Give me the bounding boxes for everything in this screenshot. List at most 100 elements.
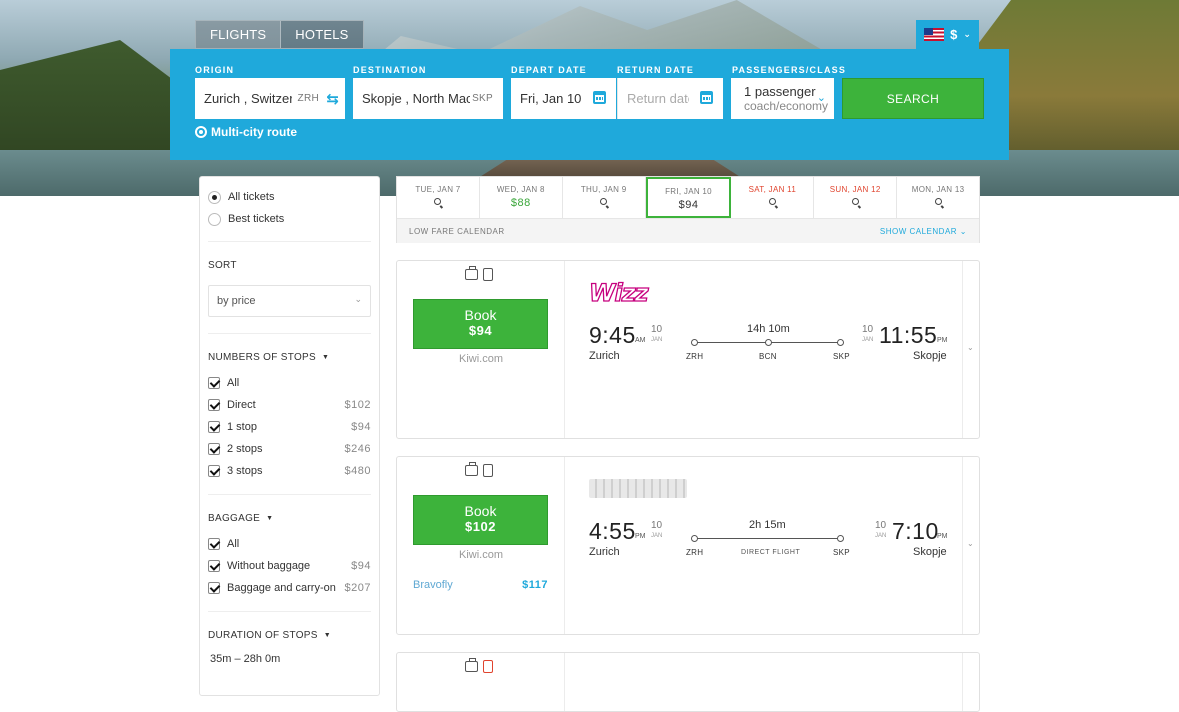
result-card: Book $94 Kiwi.com Wizz 9:45 AM 10 JAN Zu…	[396, 260, 980, 439]
option-price: $480	[344, 465, 371, 477]
date-option[interactable]: THU, JAN 9	[563, 177, 646, 218]
book-button[interactable]: Book $102	[413, 495, 548, 545]
arrival-month: JAN	[862, 337, 874, 343]
date-strip: TUE, JAN 7 WED, JAN 8 $88 THU, JAN 9 FRI, JA…	[396, 176, 980, 243]
duration-title-text: DURATION OF STOPS	[208, 630, 318, 641]
checkbox[interactable]	[208, 560, 220, 572]
checkbox[interactable]	[208, 377, 220, 389]
show-calendar-link[interactable]: SHOW CALENDAR ⌄	[880, 227, 967, 236]
option-label: 3 stops	[227, 465, 263, 477]
sort-select[interactable]: by price ⌄	[208, 285, 371, 317]
alternative-offer[interactable]: Bravofly $117	[413, 579, 548, 591]
passengers-value: 1 passenger	[744, 83, 816, 99]
alt-provider-name[interactable]: Bravofly	[413, 579, 453, 591]
expand-strip[interactable]	[962, 653, 979, 711]
book-label: Book	[464, 307, 497, 323]
us-flag-icon	[924, 28, 945, 41]
departure-month: JAN	[651, 533, 663, 539]
destination-label: DESTINATION	[353, 65, 427, 75]
destination-field[interactable]: Skopje , North Macedonia SKP	[353, 78, 503, 119]
date-option[interactable]: MON, JAN 13	[897, 177, 979, 218]
book-price: $94	[468, 323, 493, 338]
search-icon	[600, 198, 608, 205]
arrival-day: 10	[875, 520, 887, 531]
radio-best-tickets[interactable]: Best tickets	[208, 208, 371, 230]
tab-flights[interactable]: FLIGHTS	[196, 21, 282, 48]
swap-icon[interactable]: ⇆	[326, 90, 339, 108]
radio-button[interactable]	[208, 190, 221, 204]
arrival-month: JAN	[875, 533, 887, 539]
baggage-option-all[interactable]: All	[208, 533, 371, 555]
wizz-air-logo: Wizz	[588, 278, 649, 307]
checkbox[interactable]	[208, 399, 220, 411]
date-option[interactable]: FRI, JAN 10 $94	[645, 177, 732, 218]
date-option[interactable]: SAT, JAN 11	[731, 177, 815, 218]
stops-option-all[interactable]: All	[208, 372, 371, 394]
tab-hotels[interactable]: HOTELS	[281, 21, 362, 48]
arrival-day: 10	[862, 324, 874, 335]
airport-code: SKP	[833, 548, 850, 557]
date-option[interactable]: SUN, JAN 12	[814, 177, 898, 218]
result-booking-panel: Book $102 Kiwi.com Bravofly $117	[397, 457, 565, 634]
chevron-down-icon: ⌄	[967, 539, 974, 548]
low-fare-label: LOW FARE CALENDAR	[409, 226, 505, 236]
airline-logo	[589, 479, 687, 498]
departure-ampm: PM	[635, 533, 646, 540]
baggage-icons	[465, 462, 493, 477]
stops-option-direct[interactable]: Direct $102	[208, 394, 371, 416]
carry-on-icon	[483, 464, 493, 477]
radio-all-tickets[interactable]: All tickets	[208, 186, 371, 208]
divider	[208, 241, 371, 242]
checkbox[interactable]	[208, 465, 220, 477]
depart-date-value: Fri, Jan 10	[520, 91, 582, 106]
return-date-field[interactable]: Return date	[617, 78, 723, 119]
option-price: $246	[344, 443, 371, 455]
passengers-field[interactable]: 1 passenger coach/economy ⌄	[731, 78, 834, 119]
stops-option-2-stops[interactable]: 2 stops $246	[208, 438, 371, 460]
stops-option-1-stop[interactable]: 1 stop $94	[208, 416, 371, 438]
checkbox[interactable]	[208, 538, 220, 550]
arrival-ampm: PM	[937, 533, 948, 540]
expand-strip[interactable]: ⌄	[962, 261, 979, 438]
date-label: FRI, JAN 10	[665, 187, 712, 196]
book-button[interactable]: Book $94	[413, 299, 548, 349]
duration-title[interactable]: DURATION OF STOPS ▼	[208, 630, 371, 641]
arrival-time: 7:10	[892, 518, 939, 544]
caret-down-icon: ▼	[323, 632, 331, 639]
currency-selector[interactable]: $ ⌄	[916, 20, 979, 49]
date-label: SAT, JAN 11	[748, 185, 797, 194]
radio-button[interactable]	[208, 212, 221, 226]
checkbox[interactable]	[208, 421, 220, 433]
date-option[interactable]: TUE, JAN 7	[397, 177, 480, 218]
airport-code: SKP	[833, 352, 850, 361]
baggage-icons	[465, 266, 493, 281]
expand-strip[interactable]: ⌄	[962, 457, 979, 634]
return-date-placeholder: Return date	[627, 91, 689, 106]
option-price: $207	[344, 582, 371, 594]
departure-time: 9:45	[589, 322, 636, 348]
date-option[interactable]: WED, JAN 8 $88	[480, 177, 563, 218]
sort-title: SORT	[208, 260, 371, 271]
search-button[interactable]: SEARCH	[842, 78, 984, 119]
baggage-option-without[interactable]: Without baggage $94	[208, 555, 371, 577]
origin-field[interactable]: Zurich , Switzerland ZRH ⇆	[195, 78, 345, 119]
destination-value: Skopje , North Macedonia	[362, 91, 470, 106]
stops-option-3-stops[interactable]: 3 stops $480	[208, 460, 371, 482]
checkbox[interactable]	[208, 443, 220, 455]
search-icon	[851, 198, 859, 205]
return-date-label: RETURN DATE	[617, 65, 695, 75]
caret-down-icon: ▼	[321, 354, 330, 361]
stop-dot	[691, 535, 698, 542]
checkbox[interactable]	[208, 582, 220, 594]
baggage-option-carry-on[interactable]: Baggage and carry-on $207	[208, 577, 371, 599]
stops-title[interactable]: NUMBERS OF STOPS ▼	[208, 352, 371, 363]
alt-provider-price: $117	[522, 579, 548, 591]
passengers-label: PASSENGERS/CLASS	[732, 65, 847, 75]
result-card	[396, 652, 980, 712]
multi-city-link[interactable]: Multi-city route	[195, 125, 297, 139]
search-icon	[768, 198, 776, 205]
option-label: All	[227, 377, 240, 389]
sort-value: by price	[217, 295, 256, 307]
baggage-title[interactable]: BAGGAGE ▼	[208, 513, 371, 524]
depart-date-field[interactable]: Fri, Jan 10	[511, 78, 616, 119]
